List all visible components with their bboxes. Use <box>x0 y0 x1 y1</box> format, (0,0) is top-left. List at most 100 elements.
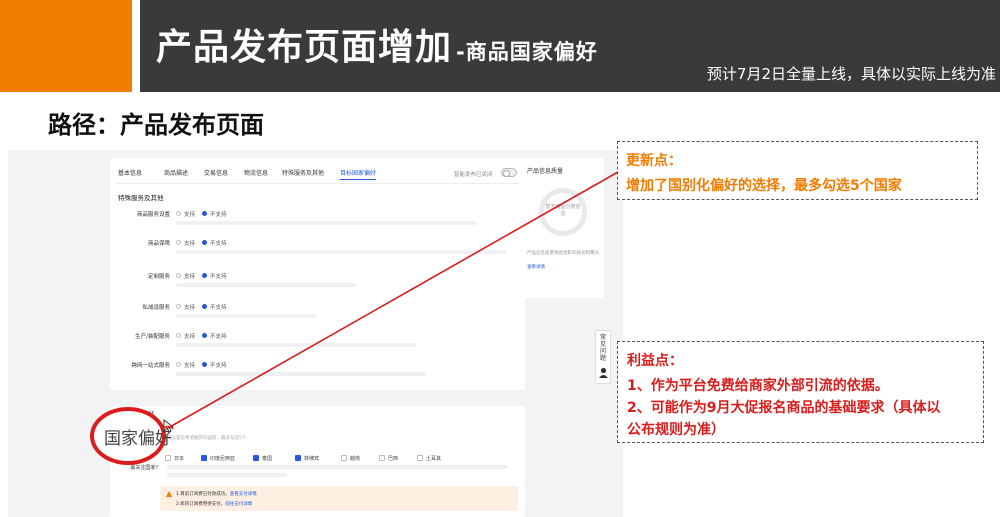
country-checkbox-row: 日本 印度尼西亚 泰国 菲律宾 越南 巴西 土耳其 <box>165 455 505 463</box>
service-description <box>176 314 316 318</box>
preference-description <box>167 473 287 477</box>
tab-special-services[interactable]: 特殊服务及其他 <box>282 168 324 177</box>
benefit-point-callout: 利益点： 1、作为平台免费给商家外部引流的依据。 2、可能作为9月大促报名商品的… <box>617 341 984 443</box>
radio-label: 不支持 <box>210 363 227 369</box>
service-name: 商品保障 <box>147 241 170 247</box>
radio-label: 不支持 <box>210 212 227 218</box>
service-description <box>176 283 356 287</box>
product-form-panel: 基本信息 商品描述 交易信息 物流信息 特殊服务及其他 目标国家偏好 智能发布已… <box>110 158 525 390</box>
slide-title: 产品发布页面增加 -商品国家偏好 <box>156 27 598 68</box>
tab-logistics[interactable]: 物流信息 <box>244 168 268 177</box>
checkbox-philippines[interactable] <box>295 455 301 461</box>
special-services-heading: 特殊服务及其他 <box>118 194 164 202</box>
service-description <box>176 221 476 225</box>
country-label: 印度尼西亚 <box>210 456 236 462</box>
radio-label: 支持 <box>184 241 196 247</box>
service-row: 跨网一站式服务 支持 不支持 <box>110 359 525 385</box>
radio-not-support[interactable] <box>202 211 207 216</box>
radio-not-support[interactable] <box>202 362 207 367</box>
radio-label: 不支持 <box>210 274 227 280</box>
service-description <box>176 343 416 347</box>
radio-not-support[interactable] <box>202 240 207 245</box>
quality-description: 产品信息质量将直接影响排名和曝光 <box>527 251 599 256</box>
checkbox-indonesia[interactable] <box>201 455 207 461</box>
radio-label: 不支持 <box>210 334 227 340</box>
preference-description <box>167 465 507 469</box>
country-label: 日本 <box>174 456 185 462</box>
country-label: 土耳其 <box>426 456 442 462</box>
service-name: 商品服务设置 <box>136 212 170 218</box>
update-point-text: 增加了国别化偏好的选择，最多勾选5个国家 <box>626 178 902 194</box>
service-name: 定制服务 <box>147 274 170 280</box>
smart-publish-toggle[interactable] <box>501 168 517 177</box>
service-name: 私域设服务 <box>142 305 170 311</box>
slide-title-suffix: -商品国家偏好 <box>456 40 598 64</box>
service-description <box>176 372 426 376</box>
service-row: 商品服务设置 支持 不支持 <box>110 208 525 234</box>
path-label: 路径：产品发布页面 <box>48 111 264 139</box>
radio-support[interactable] <box>176 240 181 245</box>
radio-label: 支持 <box>184 305 196 311</box>
radio-support[interactable] <box>176 362 181 367</box>
radio-not-support[interactable] <box>202 333 207 338</box>
radio-support[interactable] <box>176 211 181 216</box>
product-publish-screenshot: 基本信息 商品描述 交易信息 物流信息 特殊服务及其他 目标国家偏好 智能发布已… <box>8 150 623 517</box>
radio-label: 支持 <box>184 212 196 218</box>
radio-label: 不支持 <box>210 305 227 311</box>
highlight-circle: 国家偏好 <box>90 407 172 465</box>
radio-not-support[interactable] <box>202 304 207 309</box>
faq-label: 常见问题 <box>599 334 606 362</box>
preference-question: 最关注国家? <box>130 465 158 471</box>
payment-warning-box: 1.目前订阅费已付款成功，查看支付详情 2.新的订阅费用待支付，前往支付详情 <box>160 486 518 511</box>
country-label: 越南 <box>350 456 361 462</box>
tab-basic-info[interactable]: 基本信息 <box>118 168 142 177</box>
title-bar: 产品发布页面增加 -商品国家偏好 预计7月2日全量上线，具体以实际上线为准 <box>140 0 1000 92</box>
tab-trade-info[interactable]: 交易信息 <box>204 168 228 177</box>
checkbox-japan[interactable] <box>165 455 171 461</box>
quality-detail-link[interactable]: 查看详情 <box>527 264 545 270</box>
radio-support[interactable] <box>176 333 181 338</box>
radio-support[interactable] <box>176 304 181 309</box>
service-row: 商品保障 支持 不支持 <box>110 237 525 263</box>
benefit-line: 1、作为平台免费给商家外部引流的依据。 <box>627 378 889 394</box>
checkbox-brazil[interactable] <box>379 455 385 461</box>
form-tabs: 基本信息 商品描述 交易信息 物流信息 特殊服务及其他 目标国家偏好 智能发布已… <box>116 164 519 184</box>
country-label: 泰国 <box>262 456 273 462</box>
warning-link[interactable]: 查看支付详情 <box>230 492 257 497</box>
radio-not-support[interactable] <box>202 273 207 278</box>
radio-label: 支持 <box>184 274 196 280</box>
radio-label: 不支持 <box>210 241 227 247</box>
orange-accent-block <box>0 0 132 92</box>
warning-link[interactable]: 前往支付详情 <box>225 502 252 507</box>
tab-country-preference[interactable]: 目标国家偏好 <box>340 168 377 180</box>
checkbox-vietnam[interactable] <box>341 455 347 461</box>
update-point-heading: 更新点： <box>626 153 682 169</box>
tab-description[interactable]: 商品描述 <box>164 168 188 177</box>
radio-label: 支持 <box>184 334 196 340</box>
country-label: 菲律宾 <box>304 456 320 462</box>
service-description <box>176 250 506 254</box>
warning-line: 1.目前订阅费已付款成功，查看支付详情 <box>176 492 257 497</box>
country-label: 巴西 <box>388 456 399 462</box>
mouse-cursor-icon <box>162 418 175 433</box>
quality-title: 产品信息质量 <box>527 168 564 175</box>
faq-side-widget[interactable]: 常见问题 <box>595 330 611 384</box>
support-avatar-icon <box>599 367 608 378</box>
smart-publish-label: 智能发布已关闭 <box>454 172 493 178</box>
quality-side-panel: 产品信息质量 暂无商品分类信息 产品信息质量将直接影响排名和曝光 查看详情 <box>520 158 604 298</box>
service-row: 生产/装配服务 支持 不支持 <box>110 330 525 356</box>
radio-support[interactable] <box>176 273 181 278</box>
warning-line: 2.新的订阅费用待支付，前往支付详情 <box>176 502 253 507</box>
radio-label: 支持 <box>184 363 196 369</box>
service-name: 跨网一站式服务 <box>131 363 170 369</box>
warning-icon <box>166 491 172 497</box>
checkbox-thailand[interactable] <box>253 455 259 461</box>
update-point-callout: 更新点： 增加了国别化偏好的选择，最多勾选5个国家 <box>617 141 978 200</box>
service-name: 生产/装配服务 <box>135 334 170 340</box>
service-row: 定制服务 支持 不支持 <box>110 270 525 296</box>
benefit-point-heading: 利益点： <box>627 353 683 369</box>
benefit-line: 公布规则为准） <box>627 422 725 438</box>
service-row: 私域设服务 支持 不支持 <box>110 301 525 327</box>
quality-score-ring: 暂无商品分类信息 <box>539 188 587 236</box>
checkbox-turkey[interactable] <box>417 455 423 461</box>
